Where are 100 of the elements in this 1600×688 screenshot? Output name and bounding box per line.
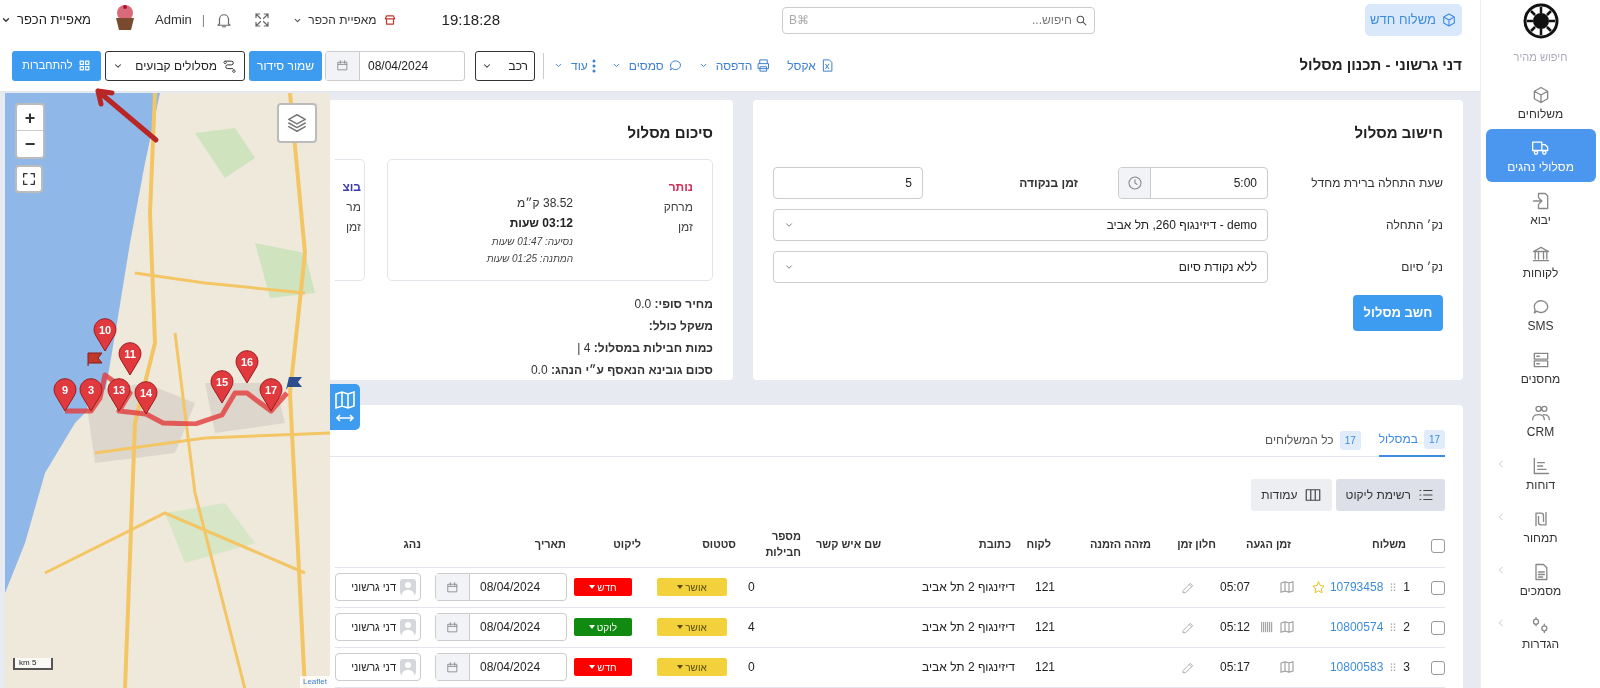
fixed-routes-dropdown[interactable]: מסלולים קבועים bbox=[105, 50, 245, 81]
sidebar-item[interactable]: לקוחות bbox=[1485, 234, 1596, 288]
toolbar-action[interactable]: סמסים bbox=[611, 56, 683, 75]
table-tool-button[interactable]: רשימת ליקוט bbox=[1335, 479, 1445, 511]
fullscreen-icon bbox=[253, 11, 272, 29]
flag-icon bbox=[87, 352, 103, 366]
shortcut-hint: ⌘B bbox=[789, 12, 809, 29]
row-number: 1 bbox=[1403, 579, 1410, 596]
page-title: דני גרשוני - תכנון מסלול bbox=[1299, 55, 1462, 76]
card-title: חישוב מסלול bbox=[1353, 123, 1443, 143]
column-header[interactable]: משלוח bbox=[1299, 537, 1406, 553]
clock-text: 19:18:28 bbox=[441, 9, 500, 30]
zoom-in-button[interactable]: + bbox=[17, 105, 43, 131]
sidebar-item[interactable]: מסמכים bbox=[1485, 552, 1596, 606]
row-number: 3 bbox=[1403, 659, 1410, 676]
column-header[interactable]: חלון זמן bbox=[1159, 537, 1216, 553]
column-header[interactable]: ליקוט bbox=[574, 537, 641, 553]
column-header[interactable]: סטטוס bbox=[649, 537, 736, 553]
pick-dropdown[interactable]: חדש bbox=[574, 658, 632, 676]
map-marker[interactable]: 17 bbox=[259, 377, 283, 411]
avatar-icon bbox=[400, 659, 416, 675]
number-field[interactable]: 5 bbox=[773, 166, 923, 199]
date-field[interactable]: 08/04/2024 bbox=[435, 653, 567, 681]
logo-icon[interactable] bbox=[1522, 3, 1559, 39]
sidebar-item[interactable]: SMS bbox=[1485, 287, 1596, 341]
sidebar-item[interactable]: הגדרות bbox=[1485, 605, 1596, 659]
caret-icon bbox=[588, 625, 595, 629]
date-field[interactable]: 08/04/2024 bbox=[435, 613, 567, 641]
flag-icon bbox=[285, 376, 303, 390]
status-dropdown[interactable]: אושר bbox=[657, 618, 727, 636]
pick-dropdown[interactable]: לוקט bbox=[574, 618, 632, 636]
map-marker[interactable]: 16 bbox=[235, 349, 259, 383]
driver-select[interactable]: דני גרשוני bbox=[335, 573, 421, 601]
select-field[interactable]: demo - דיזינגוף 260, תל אביב bbox=[773, 208, 1268, 241]
map-marker[interactable]: 10 bbox=[93, 317, 117, 351]
shipment-link[interactable]: 10800583 bbox=[1329, 658, 1384, 676]
map-icon bbox=[1279, 619, 1295, 635]
layers-button[interactable] bbox=[277, 103, 317, 143]
column-header[interactable]: שם איש קשר bbox=[809, 537, 881, 553]
time-field[interactable]: 5:00 bbox=[1118, 166, 1268, 199]
packages-cell: 4 bbox=[748, 620, 755, 634]
user-name[interactable]: Admin bbox=[155, 10, 192, 30]
layers-icon bbox=[286, 112, 308, 134]
address-cell: דיזינגוף 2 תל אביב bbox=[922, 580, 1015, 594]
column-header[interactable]: מזהה הזמנה bbox=[1059, 537, 1151, 553]
toolbar-action[interactable]: עוד bbox=[554, 56, 596, 75]
select-field[interactable]: ללא נקודת סיום bbox=[773, 250, 1268, 283]
date-field[interactable]: 08/04/2024 bbox=[325, 50, 465, 81]
row-checkbox[interactable] bbox=[1431, 620, 1445, 635]
sidebar-item[interactable]: מחסנים bbox=[1485, 340, 1596, 394]
column-header[interactable]: לקוח bbox=[1019, 537, 1051, 553]
arrival-time: 05:17 bbox=[1220, 659, 1251, 676]
route-icon bbox=[222, 58, 237, 73]
caret-icon bbox=[589, 585, 596, 589]
address-cell: דיזינגוף 2 תל אביב bbox=[922, 660, 1015, 674]
file-arrow-icon bbox=[1530, 190, 1551, 211]
map-marker[interactable]: 15 bbox=[210, 369, 234, 403]
column-header[interactable]: תאריך bbox=[429, 537, 566, 553]
status-dropdown[interactable]: אושר bbox=[657, 578, 727, 596]
field-label: נק׳ סיום bbox=[1400, 258, 1443, 276]
edit-icon bbox=[1180, 580, 1195, 595]
attribution-link[interactable]: Leaflet bbox=[299, 676, 330, 688]
row-checkbox[interactable] bbox=[1431, 660, 1445, 675]
organization-dropdown[interactable]: מאפיית הכפר bbox=[0, 10, 91, 30]
sidebar-item[interactable]: תמחור bbox=[1485, 499, 1596, 553]
map-marker[interactable]: 11 bbox=[118, 341, 142, 375]
map-marker[interactable]: 3 bbox=[79, 377, 103, 411]
shipment-link[interactable]: 10793458 bbox=[1329, 578, 1384, 596]
row-checkbox[interactable] bbox=[1431, 580, 1445, 595]
toolbar-action[interactable]: הדפסה bbox=[698, 56, 772, 75]
sidebar-item[interactable]: משלוחים bbox=[1485, 75, 1596, 129]
avatar-icon bbox=[400, 579, 416, 595]
sidebar-item[interactable]: דוחות bbox=[1485, 446, 1596, 500]
driver-select[interactable]: דני גרשוני bbox=[335, 613, 421, 641]
map-marker[interactable]: 9 bbox=[53, 377, 77, 411]
column-header[interactable]: מספר חבילות bbox=[744, 529, 801, 561]
completed-text: בוצ bbox=[341, 178, 361, 196]
map-marker[interactable]: 14 bbox=[134, 380, 158, 414]
shipment-link[interactable]: 10800574 bbox=[1329, 618, 1384, 636]
toolbar-action[interactable]: אקסל bbox=[787, 56, 835, 75]
date-field[interactable]: 08/04/2024 bbox=[435, 573, 567, 601]
fullscreen-button[interactable] bbox=[15, 165, 43, 193]
sidebar-item[interactable]: CRM bbox=[1485, 393, 1596, 447]
select-all-checkbox[interactable] bbox=[1431, 538, 1445, 553]
status-dropdown[interactable]: אושר bbox=[657, 658, 727, 676]
table-tool-button[interactable]: עמודות bbox=[1251, 479, 1332, 511]
driver-select[interactable]: דני גרשוני bbox=[335, 653, 421, 681]
map-marker[interactable]: 13 bbox=[107, 377, 131, 411]
column-header[interactable]: זמן הגעה bbox=[1224, 537, 1291, 553]
packages-cell: 0 bbox=[748, 580, 755, 594]
column-header[interactable]: נהג bbox=[339, 537, 421, 553]
vehicle-select[interactable]: רכב bbox=[475, 50, 535, 81]
sidebar-item[interactable]: יבוא bbox=[1485, 181, 1596, 235]
address-cell: דיזינגוף 2 תל אביב bbox=[922, 620, 1015, 634]
map-toggle-button[interactable] bbox=[330, 384, 360, 430]
column-header[interactable]: כתובת bbox=[889, 537, 1011, 553]
zoom-out-button[interactable]: − bbox=[17, 131, 43, 157]
pick-dropdown[interactable]: חדש bbox=[574, 578, 632, 596]
branch-dropdown[interactable]: מאפיית הכפר bbox=[293, 11, 397, 29]
scale-bar: 5 km bbox=[13, 658, 53, 670]
